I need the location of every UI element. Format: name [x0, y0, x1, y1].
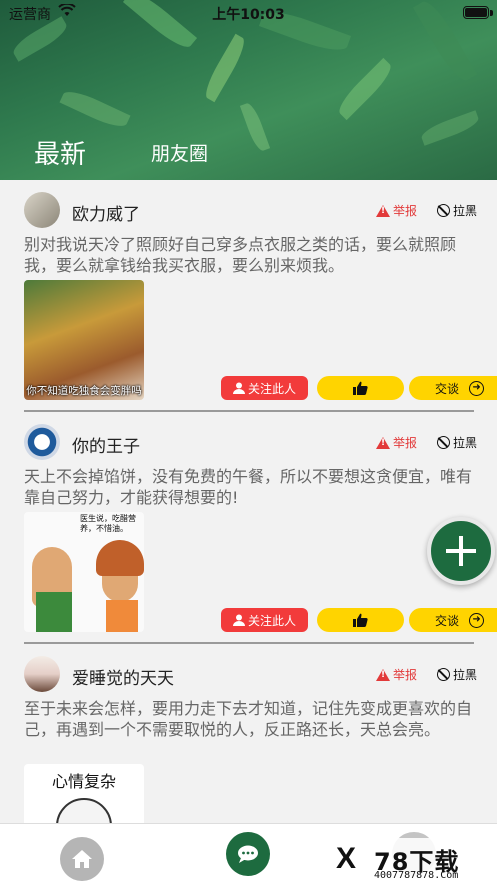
image-caption: 心情复杂 — [51, 772, 116, 791]
watermark-logo: X — [336, 842, 357, 875]
block-label: 拉黑 — [453, 204, 478, 218]
post-image[interactable]: 你不知道吃独食会变胖吗 — [24, 280, 144, 400]
post-username: 爱睡觉的天天 — [72, 669, 174, 689]
tab-friends[interactable]: 朋友圈 — [151, 139, 208, 166]
warning-icon — [376, 436, 390, 449]
status-bar: 运营商 上午10:03 — [0, 0, 497, 26]
thumbs-up-icon — [353, 381, 368, 395]
post-content: 至于未来会怎样，要用力走下去才知道，记住先变成更喜欢的自己，再遇到一个不需要取悦… — [24, 699, 473, 739]
report-button[interactable]: 举报 — [376, 202, 417, 219]
block-label: 拉黑 — [453, 668, 478, 682]
warning-icon — [376, 204, 390, 217]
post-content: 别对我说天冷了照顾好自己穿多点衣服之类的话，要么就照顾我，要么就拿钱给我买衣服，… — [24, 235, 457, 275]
report-label: 举报 — [393, 668, 418, 682]
block-button[interactable]: 拉黑 — [437, 434, 477, 451]
avatar[interactable] — [24, 656, 60, 692]
like-button[interactable] — [317, 376, 404, 400]
block-button[interactable]: 拉黑 — [437, 202, 477, 219]
user-icon — [232, 382, 245, 394]
report-label: 举报 — [393, 204, 418, 218]
report-label: 举报 — [393, 436, 418, 450]
post-content: 天上不会掉馅饼，没有免费的午餐，所以不要想这贪便宜，唯有靠自己努力，才能获得想要… — [24, 467, 473, 507]
watermark-url: 4007787878.Com — [374, 870, 459, 881]
follow-label: 关注此人 — [247, 613, 296, 628]
post-image[interactable]: 心情复杂 — [24, 764, 144, 824]
arrow-right-icon: ➜ — [469, 612, 485, 628]
tab-latest[interactable]: 最新 — [34, 134, 86, 171]
post-card: 你的王子 举报 拉黑 天上不会掉馅饼，没有免费的午餐，所以不要想这贪便宜，唯有靠… — [0, 412, 497, 644]
user-icon — [232, 614, 245, 626]
battery-icon — [463, 6, 489, 19]
like-button[interactable] — [317, 608, 404, 632]
chat-button[interactable]: 交谈 ➜ — [409, 376, 497, 400]
report-button[interactable]: 举报 — [376, 434, 417, 451]
report-button[interactable]: 举报 — [376, 666, 417, 683]
add-post-button[interactable] — [427, 517, 495, 585]
block-icon — [437, 436, 450, 449]
post-image[interactable]: 医生说，吃醋营养，不惜油。 — [24, 512, 144, 632]
follow-button[interactable]: 关注此人 — [221, 376, 308, 400]
status-time: 上午10:03 — [212, 7, 285, 23]
arrow-right-icon: ➜ — [469, 380, 485, 396]
post-card: 爱睡觉的天天 举报 拉黑 至于未来会怎样，要用力走下去才知道，记住先变成更喜欢的… — [0, 644, 497, 824]
block-icon — [437, 668, 450, 681]
post-card: 欧力威了 举报 拉黑 别对我说天冷了照顾好自己穿多点衣服之类的话，要么就照顾我，… — [0, 180, 497, 412]
post-username: 你的王子 — [72, 437, 140, 457]
watermark: X 78下载 4007787878.Com — [330, 838, 497, 883]
block-icon — [437, 204, 450, 217]
home-icon — [72, 850, 92, 868]
image-caption: 你不知道吃独食会变胖吗 — [26, 385, 142, 397]
avatar[interactable] — [24, 192, 60, 228]
chat-button[interactable]: 交谈 ➜ — [409, 608, 497, 632]
thumbs-up-icon — [353, 613, 368, 627]
warning-icon — [376, 668, 390, 681]
block-label: 拉黑 — [453, 436, 478, 450]
tab-home[interactable] — [60, 837, 104, 881]
follow-label: 关注此人 — [247, 381, 296, 396]
chat-label: 交谈 — [435, 613, 460, 628]
avatar[interactable] — [24, 424, 60, 460]
plus-icon — [446, 536, 476, 566]
chat-bubble-icon — [238, 845, 258, 863]
chat-label: 交谈 — [435, 381, 460, 396]
post-username: 欧力威了 — [72, 205, 140, 225]
tab-messages[interactable] — [226, 832, 270, 876]
header-banner: 运营商 上午10:03 最新 朋友圈 — [0, 0, 497, 180]
block-button[interactable]: 拉黑 — [437, 666, 477, 683]
battery-cap — [490, 10, 493, 16]
follow-button[interactable]: 关注此人 — [221, 608, 308, 632]
image-caption: 医生说，吃醋营养，不惜油。 — [80, 514, 136, 533]
